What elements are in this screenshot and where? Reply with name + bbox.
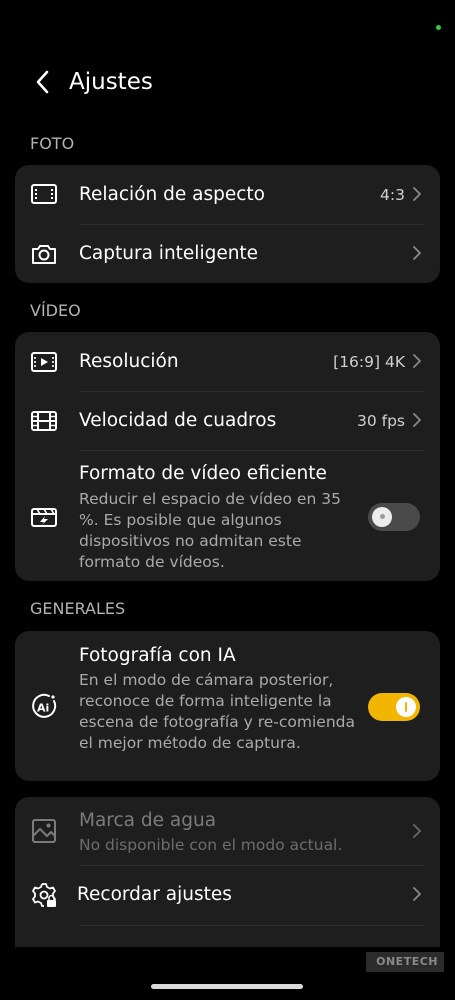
setting-smart-capture[interactable]: Captura inteligente — [15, 224, 440, 283]
card-video: Resolución [16:9] 4K Velocidad de cuadro… — [15, 332, 440, 581]
toggle-knob — [396, 697, 416, 717]
ai-photography-description: En el modo de cámara posterior, reconoce… — [79, 671, 355, 752]
setting-remember[interactable]: Recordar ajustes — [15, 865, 440, 925]
frame-rate-label: Velocidad de cuadros — [79, 410, 277, 431]
card-more: Marca de agua No disponible con el modo … — [15, 797, 440, 947]
chevron-right-icon — [411, 186, 423, 202]
chevron-right-icon — [411, 412, 423, 428]
aspect-ratio-label: Relación de aspecto — [79, 184, 265, 205]
film-strip-icon — [30, 407, 58, 435]
efficient-video-toggle[interactable] — [368, 503, 420, 531]
back-arrow-icon — [36, 70, 49, 94]
page-title: Ajustes — [69, 69, 153, 95]
status-indicator-dot — [436, 25, 441, 30]
efficient-video-title: Formato de vídeo eficiente — [79, 463, 327, 484]
chevron-right-icon — [411, 886, 423, 902]
back-button[interactable] — [30, 68, 58, 96]
setting-efficient-video: Formato de vídeo eficiente Reducir el es… — [15, 450, 440, 581]
frame-rate-value: 30 fps — [356, 412, 405, 430]
watermark-title: Marca de agua — [79, 810, 217, 831]
efficient-video-icon — [30, 503, 58, 531]
section-label-foto: FOTO — [30, 134, 75, 153]
divider — [79, 925, 425, 926]
card-foto: Relación de aspecto 4:3 Captura intelige… — [15, 165, 440, 283]
watermark-description: No disponible con el modo actual. — [79, 836, 343, 854]
gear-lock-icon — [30, 881, 58, 909]
aspect-ratio-value: 4:3 — [380, 186, 405, 204]
chevron-right-icon — [411, 823, 423, 839]
setting-resolution[interactable]: Resolución [16:9] 4K — [15, 332, 440, 391]
home-indicator[interactable] — [151, 984, 303, 989]
ai-photography-title: Fotografía con IA — [79, 645, 236, 666]
resolution-label: Resolución — [79, 351, 179, 372]
aspect-ratio-icon — [30, 180, 58, 208]
chevron-right-icon — [411, 353, 423, 369]
setting-aspect-ratio[interactable]: Relación de aspecto 4:3 — [15, 165, 440, 224]
section-label-generales: GENERALES — [30, 599, 126, 618]
card-generales: Ai Fotografía con IA En el modo de cámar… — [15, 631, 440, 781]
smart-capture-label: Captura inteligente — [79, 243, 259, 264]
setting-frame-rate[interactable]: Velocidad de cuadros 30 fps — [15, 391, 440, 450]
svg-text:Ai: Ai — [37, 702, 49, 715]
setting-watermark[interactable]: Marca de agua No disponible con el modo … — [15, 797, 440, 865]
image-icon — [30, 817, 58, 845]
ai-icon: Ai — [30, 692, 58, 720]
section-label-video: VÍDEO — [30, 301, 81, 320]
toggle-knob — [372, 507, 392, 527]
top-bar: Ajustes — [0, 58, 455, 106]
chevron-right-icon — [411, 245, 423, 261]
efficient-video-description: Reducir el espacio de vídeo en 35 %. Es … — [79, 490, 341, 571]
setting-ai-photography: Ai Fotografía con IA En el modo de cámar… — [15, 631, 440, 781]
site-watermark: ONETECH — [366, 952, 444, 972]
remember-settings-label: Recordar ajustes — [77, 884, 232, 905]
video-resolution-icon — [30, 348, 58, 376]
camera-icon — [30, 240, 58, 268]
resolution-value: [16:9] 4K — [333, 353, 405, 371]
ai-photography-toggle[interactable] — [368, 693, 420, 721]
